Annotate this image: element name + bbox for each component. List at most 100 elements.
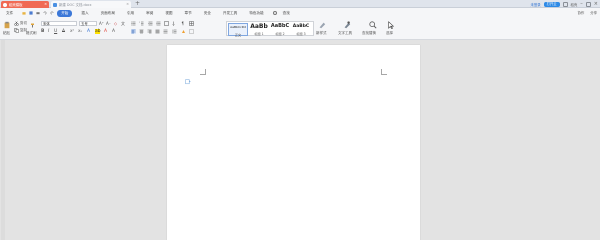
shrink-font-icon[interactable]: A⁻ [106, 21, 111, 26]
italic-icon[interactable]: I [48, 29, 49, 34]
new-style-label[interactable]: 新样式 [316, 31, 327, 36]
margin-corner-mark [200, 69, 206, 75]
paste-icon[interactable] [3, 21, 11, 29]
tab-chapter[interactable]: 章节 [182, 10, 195, 17]
maximize-icon[interactable] [585, 1, 591, 7]
cut-icon[interactable] [14, 21, 19, 26]
increase-indent-icon[interactable] [156, 21, 161, 26]
style-label: 正文 [234, 33, 242, 37]
superscript-icon[interactable]: X² [70, 29, 74, 33]
underline-icon[interactable]: U [54, 29, 57, 34]
tab-document[interactable]: 新建 DOC 文档.docx × [51, 1, 131, 8]
tab-label: 稻壳模板 [9, 3, 23, 7]
align-right-icon[interactable] [147, 29, 152, 34]
minimize-icon[interactable]: – [580, 1, 583, 7]
tab-review[interactable]: 审阅 [143, 10, 156, 17]
text-tool-label[interactable]: 文字工具 [338, 31, 352, 36]
paste-label[interactable]: 粘贴 [3, 31, 10, 36]
copy-icon[interactable] [14, 28, 19, 33]
style-heading-1[interactable]: AaBb 标题 1 [249, 23, 269, 36]
select-cursor-icon[interactable] [387, 21, 395, 29]
open-cloud-button[interactable]: 打开云 [543, 1, 560, 7]
justify-icon[interactable] [155, 29, 160, 34]
find-replace-label[interactable]: 查找替换 [362, 31, 376, 36]
share-button[interactable]: 分享 [590, 10, 597, 15]
style-heading-3[interactable]: AaBbC 标题 3 [291, 23, 311, 36]
close-icon[interactable]: × [126, 2, 129, 6]
phonetic-icon[interactable]: 文 [121, 21, 125, 27]
cut-label[interactable]: 剪切 [20, 21, 27, 26]
tab-features[interactable]: 特色功能 [246, 10, 266, 17]
folder-icon[interactable] [22, 11, 26, 15]
font-color-icon[interactable]: A [104, 29, 107, 34]
save-icon[interactable] [29, 11, 33, 15]
style-preview: AaBbC [270, 23, 290, 29]
tab-references[interactable]: 引用 [124, 10, 137, 17]
undo-icon[interactable] [43, 11, 47, 15]
close-window-icon[interactable]: × [594, 1, 598, 7]
strikethrough-icon[interactable]: A [62, 29, 65, 34]
tab-home[interactable]: 开始 [57, 9, 73, 17]
style-preview: AaBb [250, 23, 268, 30]
tab-developer[interactable]: 开发工具 [220, 10, 240, 17]
sort-icon[interactable] [172, 21, 177, 26]
tab-insert[interactable]: 插入 [78, 10, 91, 17]
text-tool-icon[interactable] [343, 21, 351, 29]
layout-icon[interactable] [562, 1, 568, 7]
bold-icon[interactable]: B [41, 29, 44, 34]
tab-page-layout[interactable]: 页面布局 [98, 10, 118, 17]
new-tab-button[interactable]: + [135, 0, 140, 7]
docer-icon [3, 2, 7, 7]
distributed-icon[interactable] [163, 29, 168, 34]
style-label: 标题 3 [296, 32, 306, 36]
search-label[interactable]: 查找 [280, 10, 293, 17]
bullet-list-icon[interactable] [131, 21, 136, 26]
search-icon[interactable] [272, 11, 277, 15]
align-left-icon[interactable] [131, 29, 136, 34]
ribbon-toolbar: 粘贴 剪切 复制 格式刷 宋体 五号 A⁺ A⁻ ◇ 文 B I U A X² … [0, 18, 600, 40]
decrease-indent-icon[interactable] [148, 21, 153, 26]
paragraph-mark-icon [185, 79, 191, 85]
grow-font-icon[interactable]: A⁺ [99, 21, 104, 26]
menu-bar: 文件 开始 插入 页面布局 引用 审阅 视图 章节 安全 开发工具 特色功能 查… [0, 8, 600, 18]
style-gallery: AaBbCcDd 正文 AaBb 标题 1 AaBbC 标题 2 AaBbC 标… [226, 21, 314, 37]
close-icon[interactable]: × [44, 2, 47, 6]
align-center-icon[interactable] [139, 29, 144, 34]
redo-icon[interactable] [50, 11, 54, 15]
font-name-select[interactable]: 宋体 [41, 21, 77, 26]
tab-docer-templates[interactable]: 稻壳模板 × [1, 1, 49, 8]
document-page[interactable] [167, 45, 420, 240]
style-normal[interactable]: AaBbCcDd 正文 [228, 23, 248, 37]
tab-security[interactable]: 安全 [201, 10, 214, 17]
subscript-icon[interactable]: X₂ [78, 29, 82, 33]
format-painter-label[interactable]: 格式刷 [26, 31, 37, 36]
char-shading-icon[interactable]: A [112, 29, 115, 34]
shading-icon[interactable] [181, 29, 186, 34]
text-effect-icon[interactable]: A [87, 29, 90, 34]
file-menu[interactable]: 文件 [3, 10, 16, 17]
numbered-list-icon[interactable]: 1 [139, 21, 144, 26]
show-marks-icon[interactable]: ¶ [181, 21, 186, 26]
clear-format-icon[interactable]: ◇ [114, 21, 117, 26]
format-painter-icon[interactable] [30, 23, 35, 28]
tab-view[interactable]: 视图 [162, 10, 175, 17]
docer-menu[interactable]: 稻壳 [571, 2, 578, 7]
find-replace-icon[interactable] [369, 21, 377, 29]
document-workspace [0, 40, 600, 240]
style-preview: AaBbCcDd [230, 25, 246, 29]
svg-text:1: 1 [139, 22, 140, 24]
borders-icon[interactable] [189, 29, 194, 34]
collaborate-button[interactable]: 协作 [577, 10, 584, 15]
font-size-select[interactable]: 五号 [79, 21, 97, 26]
highlight-icon[interactable]: ab [95, 29, 101, 34]
print-icon[interactable] [36, 11, 40, 15]
chinese-layout-icon[interactable] [164, 21, 169, 26]
table-borders-icon[interactable] [189, 21, 194, 26]
new-style-icon[interactable] [318, 21, 326, 29]
login-link[interactable]: 未登录 [530, 2, 540, 7]
style-heading-2[interactable]: AaBbC 标题 2 [270, 23, 290, 36]
style-label: 标题 2 [275, 32, 285, 36]
line-spacing-icon[interactable] [172, 29, 177, 34]
select-label[interactable]: 选择 [386, 31, 393, 36]
margin-corner-mark [381, 69, 387, 75]
